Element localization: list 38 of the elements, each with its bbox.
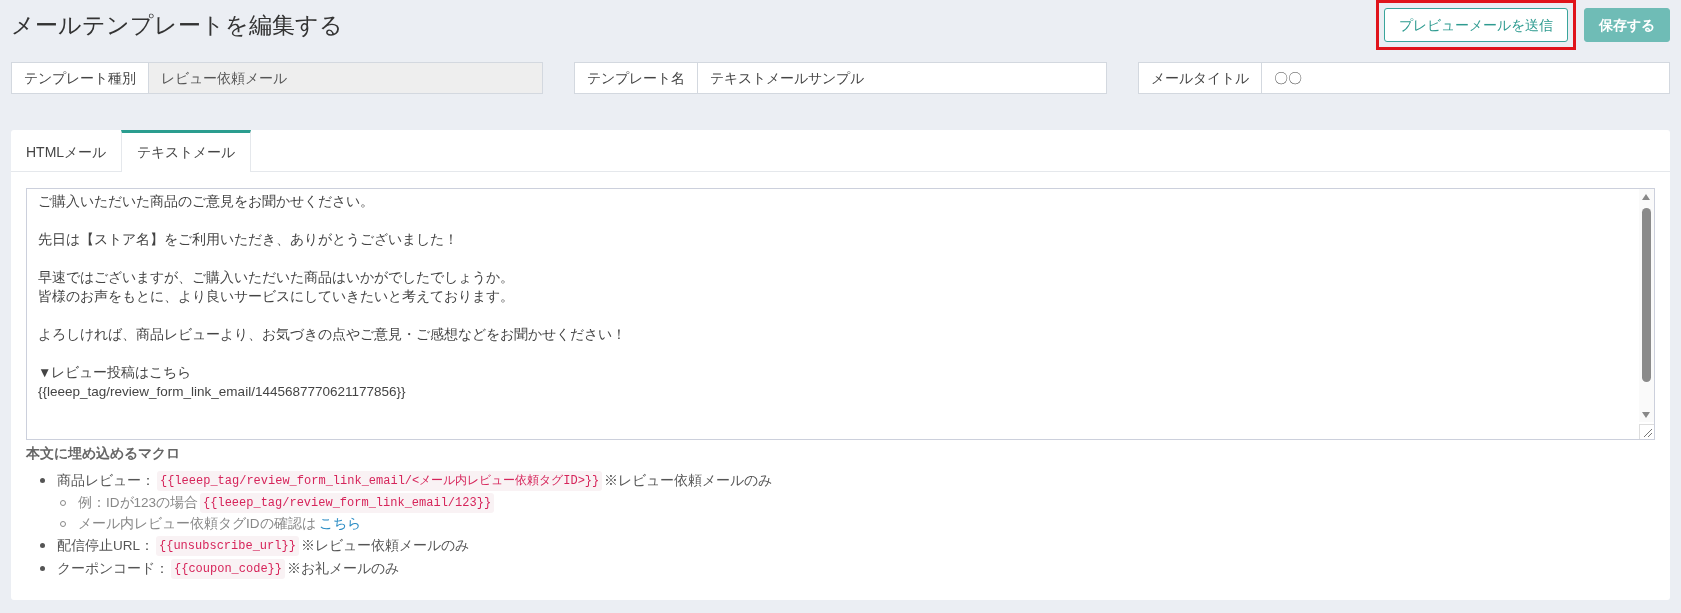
body-text-line: よろしければ、商品レビューより、お気づきの点やご意見・ご感想などをお聞かせください！	[38, 326, 627, 344]
resize-handle-icon[interactable]	[1639, 424, 1654, 439]
body-text-line: 早速ではございますが、ご購入いただいた商品はいかがでしたでしょうか。	[38, 269, 515, 287]
field-value: レビュー依頼メール	[149, 63, 543, 93]
body-text-area[interactable]	[26, 188, 1655, 440]
macro-code: {{leeep_tag/review_form_link_email/123}}	[200, 492, 495, 513]
bullet-icon	[40, 543, 45, 549]
link[interactable]: こちら	[318, 513, 361, 534]
macro-label: 配信停止URL：	[57, 536, 154, 555]
scrollbar-thumb[interactable]	[1642, 208, 1651, 382]
macro-code: {{leeep_tag/review_form_link_email/<メール内レビュー依頼タグID>}}	[157, 470, 603, 491]
scroll-up-icon[interactable]	[1642, 194, 1650, 200]
macro-example-text: 例：IDが123の場合	[78, 493, 199, 512]
bullet-icon	[40, 566, 45, 572]
body-text-line: ▼レビュー投稿はこちら	[38, 364, 193, 382]
form-field[interactable]: メールタイトル 〇〇	[1137, 62, 1670, 94]
bullet-icon	[40, 478, 45, 484]
macro-label: 商品レビュー：	[57, 471, 155, 490]
preview-send-button[interactable]: プレビューメールを送信	[1384, 8, 1568, 42]
macro-example-text: メール内レビュー依頼タグIDの確認は	[78, 514, 316, 533]
body-text-line: 皆様のお声をもとに、より良いサービスにしていきたいと考えております。	[38, 288, 515, 306]
scrollbar[interactable]	[1639, 189, 1654, 422]
form-field[interactable]: テンプレート名 テキストメールサンプル	[574, 62, 1107, 94]
body-text-line: 先日は【ストア名】をご利用いただき、ありがとうございました！	[38, 231, 459, 249]
field-label: メールタイトル	[1138, 63, 1262, 93]
body-text-line: {{leeep_tag/review_form_link_email/1445687770621177856}}	[38, 383, 407, 401]
macro-code: {{unsubscribe_url}}	[156, 535, 299, 556]
macro-note: ※お礼メールのみ	[287, 559, 400, 578]
macro-label: クーポンコード：	[57, 559, 169, 578]
tab[interactable]: HTMLメール	[11, 130, 122, 171]
scroll-down-icon[interactable]	[1642, 412, 1650, 418]
macro-note: ※レビュー依頼メールのみ	[604, 471, 773, 490]
tab[interactable]: テキストメール	[121, 130, 252, 172]
macro-code: {{coupon_code}}	[171, 558, 286, 579]
macro-heading: 本文に埋め込めるマクロ	[26, 445, 181, 463]
page-title: メールテンプレートを編集する	[11, 10, 343, 40]
macro-note: ※レビュー依頼メールのみ	[300, 536, 469, 555]
body-text-line: ご購入いただいた商品のご意見をお聞かせください。	[38, 193, 375, 211]
